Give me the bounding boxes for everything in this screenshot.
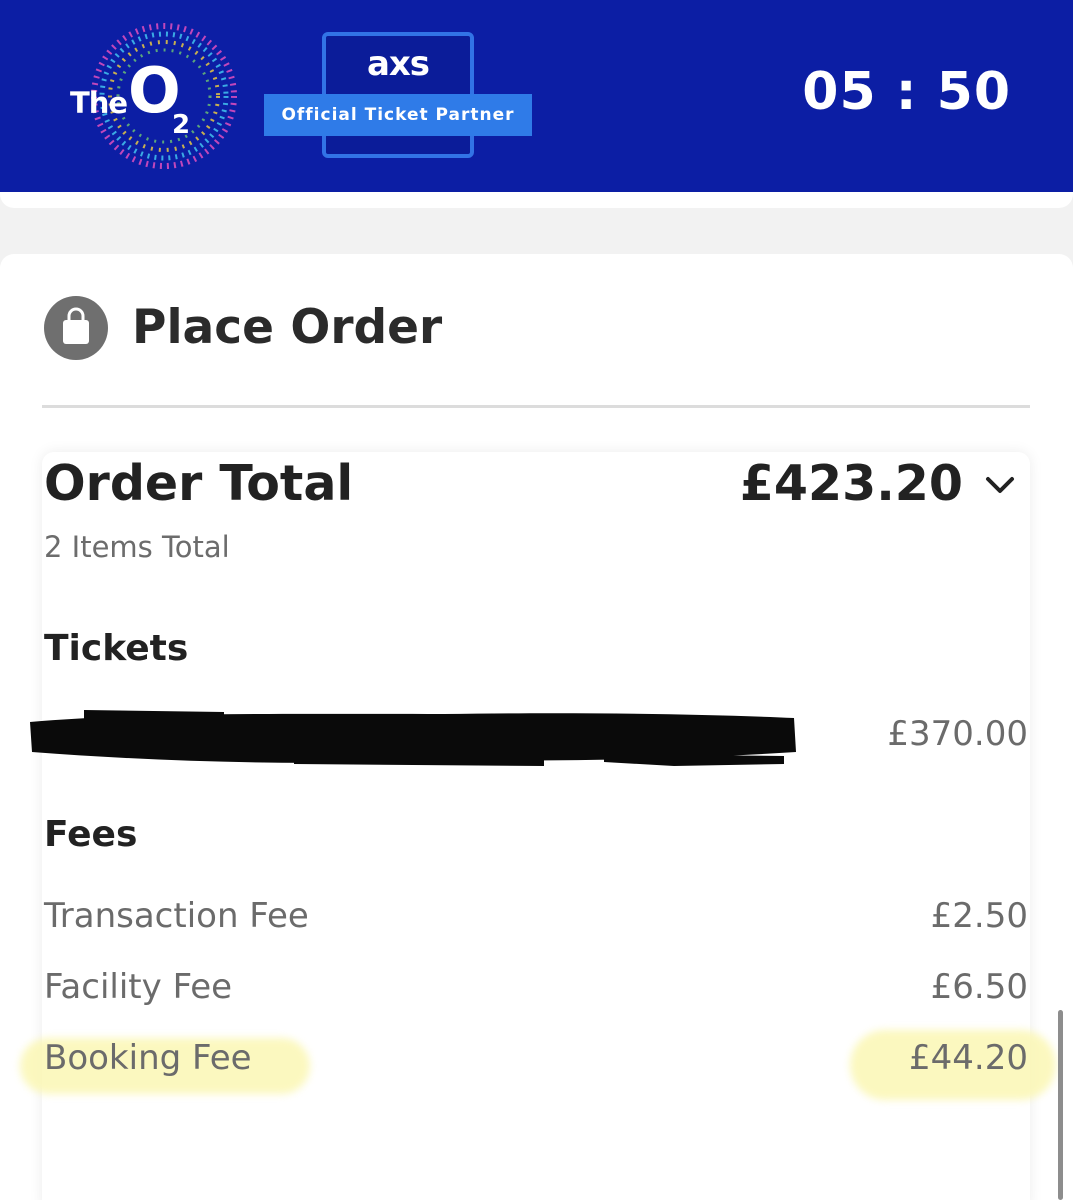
transaction-fee-label: Transaction Fee — [44, 896, 309, 936]
ticket-price: £370.00 — [887, 714, 1028, 754]
scrollbar[interactable] — [1058, 1010, 1063, 1200]
logo-the-text: The — [70, 86, 128, 120]
transaction-fee-value: £2.50 — [930, 896, 1028, 936]
logo-subscript-text: 2 — [172, 110, 191, 140]
order-total-amount[interactable]: £423.20 — [740, 455, 963, 512]
axs-ribbon-text: Official Ticket Partner — [264, 94, 532, 136]
chevron-down-icon[interactable] — [982, 470, 1018, 500]
booking-fee-label: Booking Fee — [44, 1038, 252, 1078]
section-divider — [42, 405, 1030, 408]
facility-fee-label: Facility Fee — [44, 967, 233, 1007]
countdown-timer: 05 : 50 — [802, 62, 1011, 122]
redacted-ticket-name — [24, 700, 800, 780]
order-total-label: Order Total — [44, 455, 354, 512]
booking-fee-value: £44.20 — [909, 1038, 1028, 1078]
items-total-text: 2 Items Total — [44, 530, 230, 564]
the-o2-logo: The O 2 — [64, 16, 240, 176]
tickets-heading: Tickets — [44, 628, 189, 669]
shopping-bag-icon — [44, 296, 108, 360]
fees-heading: Fees — [44, 814, 138, 855]
header-bottom-strip — [0, 192, 1073, 208]
header-bar: The O 2 axs Official Ticket Partner 05 :… — [0, 0, 1073, 192]
axs-partner-badge: axs Official Ticket Partner — [264, 30, 532, 160]
checkout-screen: The O 2 axs Official Ticket Partner 05 :… — [0, 0, 1073, 1200]
place-order-title: Place Order — [132, 300, 443, 355]
facility-fee-value: £6.50 — [930, 967, 1028, 1007]
axs-brand-text: axs — [366, 44, 430, 84]
